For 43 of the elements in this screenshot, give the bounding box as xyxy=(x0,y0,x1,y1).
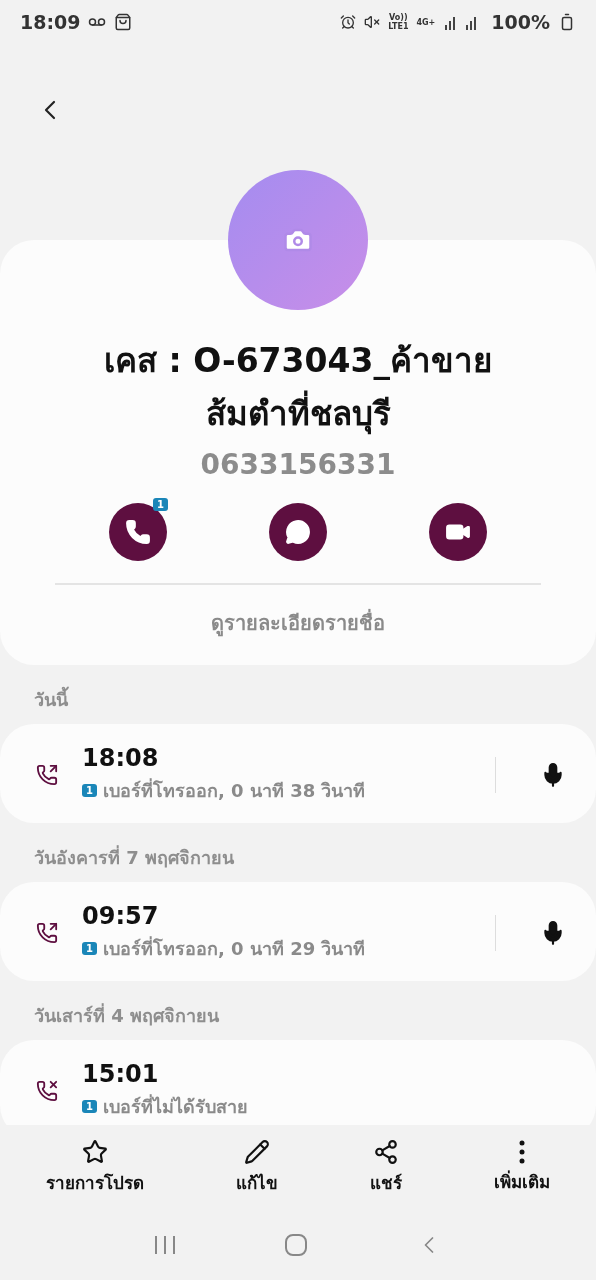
sim-badge: 1 xyxy=(82,942,97,955)
pencil-icon xyxy=(244,1139,270,1165)
battery-percent: 100% xyxy=(491,11,550,33)
date-heading: วันเสาร์ที่ 4 พฤศจิกายน xyxy=(33,1002,221,1028)
sim-label: LTE1 xyxy=(388,22,409,31)
volte-label: Vo)) xyxy=(389,13,408,22)
alarm-icon xyxy=(340,14,357,30)
call-description: เบอร์ที่ไม่ได้รับสาย xyxy=(102,1093,248,1119)
call-entry[interactable]: 15:01 1 เบอร์ที่ไม่ได้รับสาย xyxy=(0,1040,596,1125)
shopping-bag-icon xyxy=(114,13,133,31)
call-entry[interactable]: 09:57 1 เบอร์ที่โทรออก, 0 นาที 29 วินาที xyxy=(0,882,596,981)
share-icon xyxy=(373,1139,399,1165)
missed-call-icon xyxy=(36,1079,58,1102)
call-entry[interactable]: 18:08 1 เบอร์ที่โทรออก, 0 นาที 38 วินาที xyxy=(0,724,596,823)
message-button[interactable] xyxy=(269,503,327,561)
date-heading: วันอังคารที่ 7 พฤศจิกายน xyxy=(33,844,236,870)
more-icon xyxy=(519,1140,525,1164)
favorite-button[interactable]: รายการโปรด xyxy=(46,1139,144,1196)
mute-icon xyxy=(364,14,381,30)
video-button[interactable] xyxy=(429,503,487,561)
call-time: 18:08 xyxy=(82,744,160,772)
share-button[interactable]: แชร์ xyxy=(370,1139,402,1196)
data-type-label: 4G+ xyxy=(416,17,436,27)
outgoing-call-icon xyxy=(36,763,58,786)
date-heading: วันนี้ xyxy=(0,665,596,724)
contact-name: เคส : O-673043_ค้าขาย ส้มตำที่ชลบุรี xyxy=(103,340,493,437)
clock: 18:09 xyxy=(20,11,81,33)
call-time: 09:57 xyxy=(82,902,160,930)
home-button[interactable] xyxy=(284,1233,308,1257)
call-description: เบอร์ที่โทรออก, 0 นาที 29 วินาที xyxy=(102,935,366,961)
star-icon xyxy=(82,1139,108,1165)
more-button[interactable]: เพิ่มเติม xyxy=(494,1140,550,1195)
phone-number: 0633156331 xyxy=(200,448,396,481)
call-time: 15:01 xyxy=(82,1060,160,1088)
edit-button[interactable]: แก้ไข xyxy=(236,1139,278,1196)
phone-icon xyxy=(125,519,151,545)
sim-badge: 1 xyxy=(82,1100,97,1113)
sim-badge: 1 xyxy=(82,784,97,797)
message-icon xyxy=(285,519,311,545)
outgoing-call-icon xyxy=(36,921,58,944)
call-description: เบอร์ที่โทรออก, 0 นาที 38 วินาที xyxy=(102,777,366,803)
recent-apps-button[interactable] xyxy=(153,1234,178,1256)
sim-badge: 1 xyxy=(153,498,168,511)
